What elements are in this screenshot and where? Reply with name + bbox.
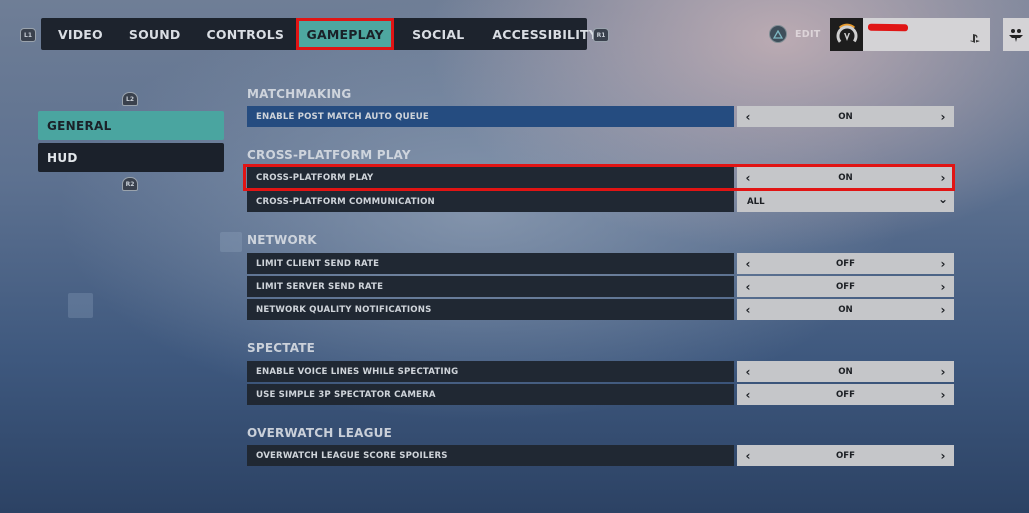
arrow-right-icon[interactable]: › (932, 171, 954, 185)
setting-row-limit-client-send-rate[interactable]: LIMIT CLIENT SEND RATE ‹ OFF › (247, 253, 954, 274)
overwatch-logo-icon (830, 18, 863, 51)
background-decoration (68, 293, 93, 318)
setting-value: ON (838, 304, 853, 315)
section-title-network: NETWORK (247, 233, 317, 247)
arrow-left-icon[interactable]: ‹ (737, 110, 759, 124)
setting-row-enable-voice-lines-while-spectating[interactable]: ENABLE VOICE LINES WHILE SPECTATING ‹ ON… (247, 361, 954, 382)
redacted-player-name (867, 23, 909, 32)
tab-social[interactable]: SOCIAL (408, 18, 468, 50)
setting-label: CROSS-PLATFORM PLAY (247, 167, 734, 188)
arrow-left-icon[interactable]: ‹ (737, 280, 759, 294)
social-group-icon[interactable] (1003, 18, 1029, 51)
sidebar-item-hud[interactable]: HUD (38, 143, 224, 172)
toggle-selector[interactable]: ‹ ON › (737, 361, 954, 382)
player-profile-card[interactable] (830, 18, 990, 51)
arrow-left-icon[interactable]: ‹ (737, 388, 759, 402)
arrow-left-icon[interactable]: ‹ (737, 171, 759, 185)
arrow-right-icon[interactable]: › (932, 280, 954, 294)
toggle-selector[interactable]: ‹ OFF › (737, 253, 954, 274)
setting-row-simple-3p-spectator-camera[interactable]: USE SIMPLE 3P SPECTATOR CAMERA ‹ OFF › (247, 384, 954, 405)
toggle-selector[interactable]: ‹ OFF › (737, 384, 954, 405)
setting-row-cross-platform-play[interactable]: CROSS-PLATFORM PLAY ‹ ON › (247, 167, 954, 188)
setting-label: NETWORK QUALITY NOTIFICATIONS (247, 299, 734, 320)
arrow-right-icon[interactable]: › (932, 303, 954, 317)
section-title-matchmaking: MATCHMAKING (247, 87, 352, 101)
section-title-spectate: SPECTATE (247, 341, 316, 355)
setting-row-cross-platform-communication[interactable]: CROSS-PLATFORM COMMUNICATION ALL ⌄ (247, 191, 954, 212)
setting-label: OVERWATCH LEAGUE SCORE SPOILERS (247, 445, 734, 466)
tab-controls[interactable]: CONTROLS (203, 18, 289, 50)
setting-value: OFF (835, 258, 856, 269)
setting-label: LIMIT SERVER SEND RATE (247, 276, 734, 297)
setting-value: OFF (835, 281, 856, 292)
setting-value: ALL (747, 196, 765, 207)
toggle-selector[interactable]: ‹ ON › (737, 299, 954, 320)
tab-accessibility[interactable]: ACCESSIBILITY (488, 18, 602, 50)
setting-row-post-match-auto-queue[interactable]: ENABLE POST MATCH AUTO QUEUE ‹ ON › (247, 106, 954, 127)
r1-bumper-badge: R1 (593, 28, 609, 42)
toggle-selector[interactable]: ‹ OFF › (737, 445, 954, 466)
setting-row-limit-server-send-rate[interactable]: LIMIT SERVER SEND RATE ‹ OFF › (247, 276, 954, 297)
setting-value: ON (838, 111, 853, 122)
arrow-left-icon[interactable]: ‹ (737, 365, 759, 379)
l2-trigger-badge: L2 (122, 92, 138, 106)
toggle-selector[interactable]: ‹ ON › (737, 167, 954, 188)
tab-video[interactable]: VIDEO (54, 18, 107, 50)
setting-label: CROSS-PLATFORM COMMUNICATION (247, 191, 734, 212)
arrow-right-icon[interactable]: › (932, 110, 954, 124)
sidebar-item-label: GENERAL (47, 118, 112, 133)
settings-tab-bar: VIDEO SOUND CONTROLS GAMEPLAY SOCIAL ACC… (41, 18, 598, 50)
tab-gameplay[interactable]: GAMEPLAY (296, 18, 395, 50)
arrow-left-icon[interactable]: ‹ (737, 303, 759, 317)
setting-value: ON (838, 366, 853, 377)
l1-bumper-badge: L1 (20, 28, 36, 42)
section-title-overwatch-league: OVERWATCH LEAGUE (247, 426, 392, 440)
arrow-right-icon[interactable]: › (932, 388, 954, 402)
arrow-right-icon[interactable]: › (932, 365, 954, 379)
toggle-selector[interactable]: ‹ ON › (737, 106, 954, 127)
arrow-right-icon[interactable]: › (932, 257, 954, 271)
r2-trigger-badge: R2 (122, 177, 138, 191)
setting-row-network-quality-notifications[interactable]: NETWORK QUALITY NOTIFICATIONS ‹ ON › (247, 299, 954, 320)
setting-value: OFF (835, 450, 856, 461)
background-decoration (220, 232, 242, 252)
setting-label: LIMIT CLIENT SEND RATE (247, 253, 734, 274)
edit-profile-button[interactable]: EDIT (769, 25, 821, 43)
triangle-icon (769, 25, 787, 43)
section-title-cross-platform-play: CROSS-PLATFORM PLAY (247, 148, 411, 162)
setting-label: USE SIMPLE 3P SPECTATOR CAMERA (247, 384, 734, 405)
arrow-left-icon[interactable]: ‹ (737, 257, 759, 271)
tab-sound[interactable]: SOUND (125, 18, 185, 50)
arrow-right-icon[interactable]: › (932, 449, 954, 463)
arrow-left-icon[interactable]: ‹ (737, 449, 759, 463)
toggle-selector[interactable]: ‹ OFF › (737, 276, 954, 297)
sidebar-item-general[interactable]: GENERAL (38, 111, 224, 140)
setting-value: ON (838, 172, 853, 183)
playstation-icon (970, 34, 980, 46)
setting-label: ENABLE VOICE LINES WHILE SPECTATING (247, 361, 734, 382)
sidebar-item-label: HUD (47, 150, 78, 165)
chevron-down-icon[interactable]: ⌄ (932, 192, 954, 206)
setting-row-overwatch-league-score-spoilers[interactable]: OVERWATCH LEAGUE SCORE SPOILERS ‹ OFF › (247, 445, 954, 466)
dropdown-selector[interactable]: ALL ⌄ (737, 191, 954, 212)
setting-label: ENABLE POST MATCH AUTO QUEUE (247, 106, 734, 127)
edit-label: EDIT (795, 28, 821, 40)
setting-value: OFF (835, 389, 856, 400)
